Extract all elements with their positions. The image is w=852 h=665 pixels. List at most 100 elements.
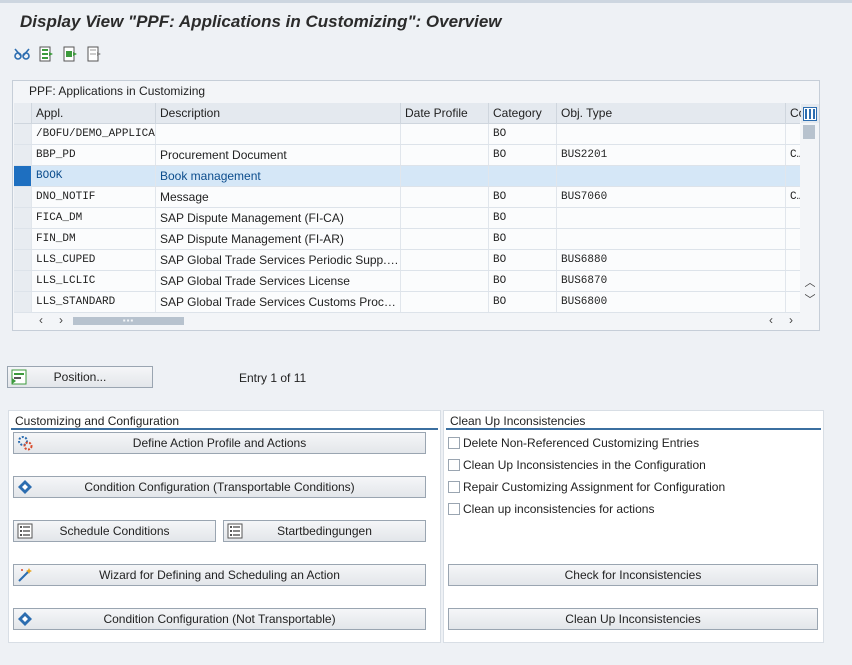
cell-appl[interactable]: LLS_LCLIC: [32, 271, 156, 291]
cell-appl[interactable]: /BOFU/DEMO_APPLICA: [32, 124, 156, 144]
cell-date-profile[interactable]: [401, 187, 489, 207]
position-button[interactable]: Position...: [7, 366, 153, 388]
cell-description[interactable]: SAP Dispute Management (FI-CA): [156, 208, 401, 228]
condition-config-not-transportable-button[interactable]: Condition Configuration (Not Transportab…: [13, 608, 426, 630]
deselect-all-icon[interactable]: [84, 44, 104, 64]
table-row[interactable]: BOOK Book management: [14, 166, 800, 187]
cell-obj-type[interactable]: [557, 229, 786, 249]
scroll-left-icon[interactable]: ‹: [35, 313, 47, 327]
vertical-scrollbar[interactable]: ︿ ﹀: [802, 124, 818, 310]
cell-obj-type[interactable]: BUS6800: [557, 292, 786, 312]
scroll-down-icon[interactable]: ﹀: [804, 294, 816, 306]
define-action-profile-button[interactable]: Define Action Profile and Actions: [13, 432, 426, 454]
cell-category[interactable]: BO: [489, 187, 557, 207]
table-row[interactable]: BBP_PDProcurement Document BOBUS2201CI: [14, 145, 800, 166]
cell-description[interactable]: SAP Dispute Management (FI-AR): [156, 229, 401, 249]
scroll-right-icon[interactable]: ›: [55, 313, 67, 327]
column-settings-icon[interactable]: [801, 104, 819, 123]
cell-appl[interactable]: LLS_CUPED: [32, 250, 156, 270]
cell-category[interactable]: BO: [489, 229, 557, 249]
horizontal-scrollbar[interactable]: ‹ › ▪▪▪ ‹ ›: [29, 312, 799, 328]
cell-co[interactable]: CI: [786, 145, 800, 165]
cell-appl[interactable]: FIN_DM: [32, 229, 156, 249]
column-header-obj-type[interactable]: Obj. Type: [557, 103, 786, 123]
cell-co[interactable]: [786, 124, 800, 144]
cell-date-profile[interactable]: [401, 229, 489, 249]
checkbox-delete-non-referenced[interactable]: Delete Non-Referenced Customizing Entrie…: [448, 434, 699, 452]
cell-obj-type[interactable]: BUS2201: [557, 145, 786, 165]
cell-obj-type[interactable]: BUS6880: [557, 250, 786, 270]
select-all-column[interactable]: [14, 103, 32, 123]
scroll-far-left-icon[interactable]: ‹: [765, 313, 777, 327]
cell-description[interactable]: Message: [156, 187, 401, 207]
checkbox[interactable]: [448, 437, 460, 449]
row-selector[interactable]: [14, 166, 32, 186]
cell-category[interactable]: BO: [489, 145, 557, 165]
cell-description[interactable]: Book management: [156, 166, 401, 186]
cell-category[interactable]: BO: [489, 271, 557, 291]
row-selector[interactable]: [14, 229, 32, 249]
checkbox-repair-assignment[interactable]: Repair Customizing Assignment for Config…: [448, 478, 725, 496]
checkbox[interactable]: [448, 481, 460, 493]
cell-appl[interactable]: DNO_NOTIF: [32, 187, 156, 207]
row-selector[interactable]: [14, 250, 32, 270]
scroll-far-right-icon[interactable]: ›: [785, 313, 797, 327]
cell-category[interactable]: [489, 166, 557, 186]
cell-co[interactable]: [786, 292, 800, 312]
check-inconsistencies-button[interactable]: Check for Inconsistencies: [448, 564, 818, 586]
table-row[interactable]: LLS_CUPED SAP Global Trade Services Perio…: [14, 250, 800, 271]
cell-obj-type[interactable]: [557, 166, 786, 186]
column-header-category[interactable]: Category: [489, 103, 557, 123]
row-selector[interactable]: [14, 187, 32, 207]
cell-date-profile[interactable]: [401, 250, 489, 270]
cell-appl[interactable]: LLS_STANDARD: [32, 292, 156, 312]
column-header-appl[interactable]: Appl.: [32, 103, 156, 123]
row-selector[interactable]: [14, 292, 32, 312]
row-selector[interactable]: [14, 271, 32, 291]
wizard-button[interactable]: Wizard for Defining and Scheduling an Ac…: [13, 564, 426, 586]
cell-co[interactable]: [786, 250, 800, 270]
checkbox-cleanup-actions[interactable]: Clean up inconsistencies for actions: [448, 500, 654, 518]
row-selector[interactable]: [14, 208, 32, 228]
row-selector[interactable]: [14, 145, 32, 165]
cell-description[interactable]: SAP Global Trade Services Customs Proces…: [156, 292, 401, 312]
cell-date-profile[interactable]: [401, 292, 489, 312]
checkbox[interactable]: [448, 503, 460, 515]
cell-category[interactable]: BO: [489, 124, 557, 144]
table-row[interactable]: LLS_LCLIC SAP Global Trade Services Licen…: [14, 271, 800, 292]
row-selector[interactable]: [14, 124, 32, 144]
table-row[interactable]: LLS_STANDARD SAP Global Trade Services Cu…: [14, 292, 800, 313]
checkbox-cleanup-configuration[interactable]: Clean Up Inconsistencies in the Configur…: [448, 456, 706, 474]
cell-date-profile[interactable]: [401, 166, 489, 186]
cell-category[interactable]: BO: [489, 250, 557, 270]
cell-co[interactable]: [786, 229, 800, 249]
select-all-icon[interactable]: [36, 44, 56, 64]
cell-co[interactable]: [786, 271, 800, 291]
cell-co[interactable]: CI: [786, 187, 800, 207]
table-row[interactable]: FIN_DM SAP Dispute Management (FI-AR) BO: [14, 229, 800, 250]
cleanup-inconsistencies-button[interactable]: Clean Up Inconsistencies: [448, 608, 818, 630]
cell-category[interactable]: BO: [489, 208, 557, 228]
cell-obj-type[interactable]: BUS7060: [557, 187, 786, 207]
cell-description[interactable]: SAP Global Trade Services Periodic Supp.…: [156, 250, 401, 270]
column-header-date-profile[interactable]: Date Profile: [401, 103, 489, 123]
schedule-conditions-button[interactable]: Schedule Conditions: [13, 520, 216, 542]
column-header-co[interactable]: Co: [786, 103, 805, 123]
cell-appl[interactable]: BBP_PD: [32, 145, 156, 165]
checkbox[interactable]: [448, 459, 460, 471]
vertical-scroll-thumb[interactable]: [803, 125, 815, 139]
cell-co[interactable]: [786, 166, 800, 186]
cell-date-profile[interactable]: [401, 145, 489, 165]
table-row[interactable]: /BOFU/DEMO_APPLICA BO: [14, 124, 800, 145]
startbedingungen-button[interactable]: Startbedingungen: [223, 520, 426, 542]
scroll-up-icon[interactable]: ︿: [804, 277, 816, 289]
cell-date-profile[interactable]: [401, 208, 489, 228]
cell-co[interactable]: [786, 208, 800, 228]
cell-obj-type[interactable]: BUS6870: [557, 271, 786, 291]
cell-description[interactable]: Procurement Document: [156, 145, 401, 165]
column-header-description[interactable]: Description: [156, 103, 401, 123]
cell-date-profile[interactable]: [401, 124, 489, 144]
cell-date-profile[interactable]: [401, 271, 489, 291]
select-block-icon[interactable]: [60, 44, 80, 64]
cell-appl[interactable]: BOOK: [32, 166, 156, 186]
